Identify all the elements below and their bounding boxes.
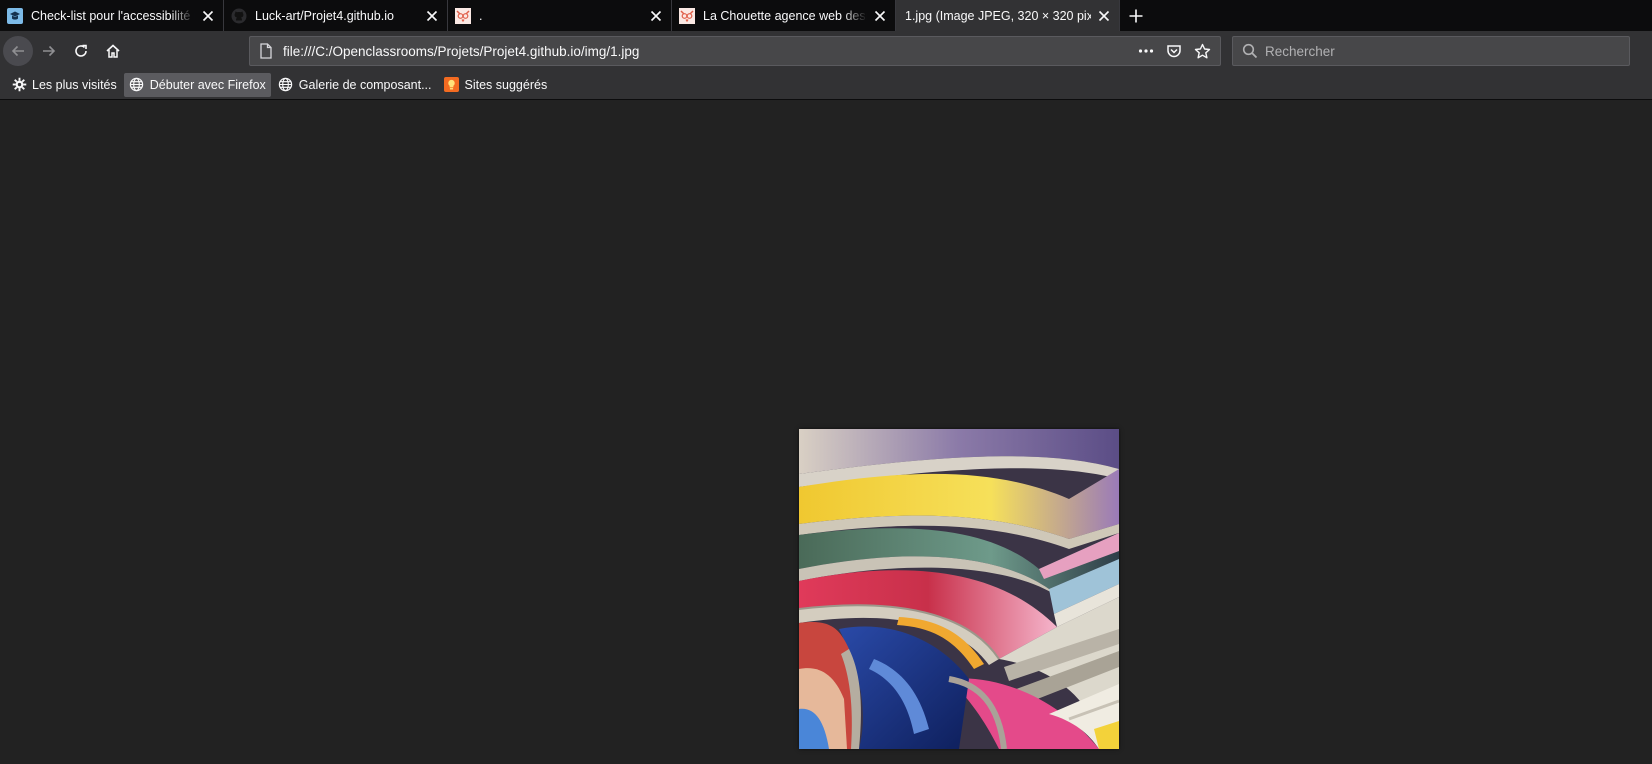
close-tab-icon[interactable] [1097,9,1111,23]
home-icon [106,43,120,58]
openclassrooms-icon [7,7,23,24]
tab-owl-page[interactable]: . [448,0,672,31]
globe-icon [129,77,145,93]
new-tab-button[interactable] [1120,0,1152,31]
magazine-stack-image[interactable] [799,429,1119,749]
page-content [0,100,1652,764]
pocket-icon[interactable] [1160,40,1188,62]
tab-title: La Chouette agence web design [703,8,867,23]
tab-github-repo[interactable]: Luck-art/Projet4.github.io [224,0,448,31]
suggested-sites-icon [444,77,460,93]
page-actions-icon[interactable] [1132,40,1160,62]
bookmark-component-gallery[interactable]: Galerie de composant... [273,73,437,97]
url-text[interactable]: file:///C:/Openclassrooms/Projets/Projet… [283,44,639,59]
search-bar[interactable] [1232,36,1630,66]
owl-icon [679,7,695,24]
tab-chouette-agency[interactable]: La Chouette agence web design [672,0,896,31]
close-tab-icon[interactable] [873,9,887,23]
close-tab-icon[interactable] [425,9,439,23]
close-tab-icon[interactable] [649,9,663,23]
tab-title: Check-list pour l'accessibilité numériqu… [31,8,195,23]
arrow-right-icon [43,45,56,56]
close-tab-icon[interactable] [201,9,215,23]
page-icon[interactable] [258,43,274,59]
home-button[interactable] [97,35,129,67]
tab-title: 1.jpg (Image JPEG, 320 × 320 pixels) [905,8,1091,23]
url-bar[interactable]: file:///C:/Openclassrooms/Projets/Projet… [249,36,1221,66]
tab-image-jpg[interactable]: 1.jpg (Image JPEG, 320 × 320 pixels) [896,0,1120,31]
back-button[interactable] [3,35,33,66]
owl-icon [455,7,471,24]
github-icon [231,8,247,24]
forward-button[interactable] [33,35,65,67]
search-input[interactable] [1265,43,1605,59]
bookmark-getting-started[interactable]: Débuter avec Firefox [123,72,271,97]
globe-icon [278,77,294,93]
bookmark-suggested-sites[interactable]: Sites suggérés [439,73,553,97]
bookmark-label: Les plus visités [32,77,117,92]
tab-title: . [479,8,483,23]
search-icon [1242,43,1258,59]
reload-button[interactable] [65,35,97,67]
bookmark-label: Galerie de composant... [298,77,432,92]
plus-icon [1129,9,1143,22]
bookmark-star-icon[interactable] [1188,40,1216,62]
arrow-left-icon [11,45,24,56]
gear-icon [11,77,27,93]
tab-title: Luck-art/Projet4.github.io [255,8,394,23]
tab-accessibility-checklist[interactable]: Check-list pour l'accessibilité numériqu… [0,0,224,31]
tab-strip: Check-list pour l'accessibilité numériqu… [0,0,1652,31]
bookmark-most-visited[interactable]: Les plus visités [6,73,122,97]
bookmarks-toolbar: Les plus visités Débuter avec Firefox Ga… [0,70,1652,100]
navigation-toolbar: file:///C:/Openclassrooms/Projets/Projet… [0,31,1652,70]
bookmark-label: Sites suggérés [464,77,548,92]
reload-icon [75,44,87,57]
bookmark-label: Débuter avec Firefox [149,77,266,92]
